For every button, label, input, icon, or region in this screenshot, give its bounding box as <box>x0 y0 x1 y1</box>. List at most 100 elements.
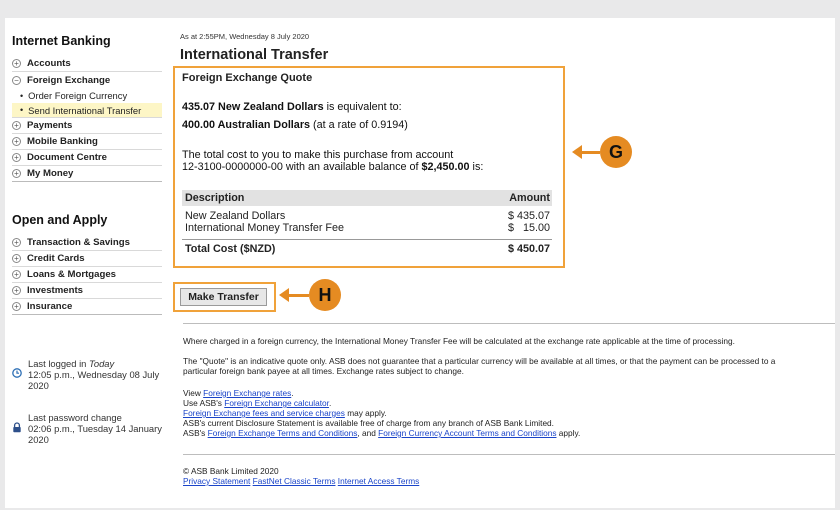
internet-access-terms-link[interactable]: Internet Access Terms <box>338 476 419 486</box>
total-label: Total Cost ($NZD) <box>185 243 276 255</box>
expand-icon: + <box>12 59 21 68</box>
sidebar-item-credit-cards[interactable]: + Credit Cards <box>12 251 162 267</box>
apply-nav: + Transaction & Savings + Credit Cards +… <box>12 235 162 315</box>
sidebar-item-label: My Money <box>27 168 74 179</box>
page: Internet Banking + Accounts − Foreign Ex… <box>5 18 835 508</box>
sidebar-item-foreign-exchange[interactable]: − Foreign Exchange <box>12 72 162 88</box>
row-amount: $ 15.00 <box>507 222 550 234</box>
cost-line-2a: 12-3100-0000000-00 with an available bal… <box>182 161 422 173</box>
last-password-label: Last password change <box>28 412 122 423</box>
make-transfer-highlight: Make Transfer <box>173 282 276 312</box>
sidebar-item-label: Transaction & Savings <box>27 237 130 248</box>
expand-icon: + <box>12 121 21 130</box>
cost-line-1: The total cost to you to make this purch… <box>182 149 454 161</box>
bullet-icon: • <box>20 105 24 115</box>
last-logged-label: Last logged in <box>28 358 87 369</box>
expand-icon: + <box>12 270 21 279</box>
as-at-timestamp: As at 2:55PM, Wednesday 8 July 2020 <box>180 32 310 41</box>
sidebar-subitem-label: Order Foreign Currency <box>28 90 128 101</box>
sidebar-item-label: Insurance <box>27 301 73 312</box>
sidebar-item-mobile-banking[interactable]: + Mobile Banking <box>12 134 162 150</box>
copyright: © ASB Bank Limited 2020 <box>183 466 279 476</box>
expand-icon: + <box>12 254 21 263</box>
make-transfer-button[interactable]: Make Transfer <box>180 288 267 306</box>
row-description: New Zealand Dollars <box>185 210 286 222</box>
sidebar-item-loans-mortgages[interactable]: + Loans & Mortgages <box>12 267 162 283</box>
sidebar-subitem-label: Send International Transfer <box>28 104 142 116</box>
sidebar-item-my-money[interactable]: + My Money <box>12 166 162 182</box>
sidebar-item-label: Loans & Mortgages <box>27 269 117 280</box>
fx-quote-heading: Foreign Exchange Quote <box>182 72 313 84</box>
table-total-row: Total Cost ($NZD) $ 450.07 <box>182 239 552 255</box>
expand-icon: + <box>12 153 21 162</box>
arrow-left-icon <box>572 145 582 159</box>
nzd-amount: 435.07 New Zealand Dollars <box>182 101 324 113</box>
expand-icon: + <box>12 169 21 178</box>
callout-h-badge: H <box>309 279 341 311</box>
callout-g-badge: G <box>600 136 632 168</box>
sidebar-item-label: Document Centre <box>27 152 107 163</box>
nzd-equivalent-line: 435.07 New Zealand Dollars is equivalent… <box>182 101 402 113</box>
cost-line-2b: is: <box>469 161 484 173</box>
fx-terms-link[interactable]: Foreign Exchange Terms and Conditions <box>208 428 358 438</box>
fx-fees-link[interactable]: Foreign Exchange fees and service charge… <box>183 408 345 418</box>
aud-amount: 400.00 Australian Dollars <box>182 119 311 131</box>
arrow-left-icon <box>279 288 289 302</box>
total-amount: $ 450.07 <box>507 243 550 255</box>
available-balance: $2,450.00 <box>421 161 470 173</box>
row-amount: $ 435.07 <box>507 210 550 222</box>
sidebar-item-investments[interactable]: + Investments <box>12 283 162 299</box>
aud-amount-line: 400.00 Australian Dollars (at a rate of … <box>182 119 408 131</box>
clock-icon <box>12 358 28 391</box>
footer: © ASB Bank Limited 2020 Privacy Statemen… <box>183 466 833 486</box>
last-logged-today: Today <box>89 358 115 369</box>
expand-icon: + <box>12 286 21 295</box>
fx-rates-link[interactable]: Foreign Exchange rates <box>203 388 291 398</box>
fastnet-classic-terms-link[interactable]: FastNet Classic Terms <box>253 476 336 486</box>
sidebar-item-label: Credit Cards <box>27 253 85 264</box>
page-title: International Transfer <box>180 47 329 63</box>
links-block: View Foreign Exchange rates. Use ASB's F… <box>183 388 581 438</box>
col-amount: Amount <box>509 192 550 204</box>
bullet-icon: • <box>20 90 24 101</box>
last-password-change: Last password change 02:06 p.m., Tuesday… <box>12 412 162 445</box>
divider <box>183 323 835 324</box>
sidebar-item-payments[interactable]: + Payments <box>12 118 162 134</box>
equiv-text: is equivalent to: <box>323 101 402 113</box>
fx-quote-box: Foreign Exchange Quote 435.07 New Zealan… <box>173 66 565 268</box>
sidebar-item-label: Payments <box>27 120 73 131</box>
sidebar-item-transaction-savings[interactable]: + Transaction & Savings <box>12 235 162 251</box>
sidebar-item-label: Foreign Exchange <box>27 74 111 86</box>
sidebar-item-label: Mobile Banking <box>27 136 98 147</box>
sidebar-item-label: Accounts <box>27 58 71 69</box>
privacy-statement-link[interactable]: Privacy Statement <box>183 476 250 486</box>
callout-g: G <box>572 136 632 168</box>
disclosure-statement: ASB's current Disclosure Statement is av… <box>183 418 554 428</box>
open-and-apply-heading: Open and Apply <box>12 213 108 227</box>
last-logged-in: Last logged in Today 12:05 p.m., Wednesd… <box>12 358 162 391</box>
table-row: International Money Transfer Fee $ 15.00 <box>182 222 552 234</box>
row-description: International Money Transfer Fee <box>185 222 345 234</box>
expand-icon: + <box>12 238 21 247</box>
sidebar-subitem-order-foreign-currency[interactable]: • Order Foreign Currency <box>12 88 162 103</box>
callout-h: H <box>279 279 341 311</box>
fee-note: Where charged in a foreign currency, the… <box>183 336 735 346</box>
sidebar-item-accounts[interactable]: + Accounts <box>12 56 162 72</box>
sidebar-nav: + Accounts − Foreign Exchange • Order Fo… <box>12 56 162 182</box>
collapse-icon: − <box>12 75 21 85</box>
last-password-value: 02:06 p.m., Tuesday 14 January 2020 <box>28 423 162 445</box>
fx-calculator-link[interactable]: Foreign Exchange calculator <box>224 398 329 408</box>
expand-icon: + <box>12 302 21 311</box>
total-cost-description: The total cost to you to make this purch… <box>182 149 483 173</box>
col-description: Description <box>185 192 245 204</box>
sidebar-item-document-centre[interactable]: + Document Centre <box>12 150 162 166</box>
sidebar-subitem-send-international-transfer[interactable]: • Send International Transfer <box>12 103 162 118</box>
fca-terms-link[interactable]: Foreign Currency Account Terms and Condi… <box>378 428 556 438</box>
last-logged-value: 12:05 p.m., Wednesday 08 July 2020 <box>28 369 160 391</box>
table-row: New Zealand Dollars $ 435.07 <box>182 210 552 222</box>
sidebar-item-insurance[interactable]: + Insurance <box>12 299 162 315</box>
footer-divider <box>183 454 835 455</box>
internet-banking-heading: Internet Banking <box>12 34 111 48</box>
table-header: Description Amount <box>182 190 552 206</box>
quote-disclaimer: The "Quote" is an indicative quote only.… <box>183 356 776 376</box>
